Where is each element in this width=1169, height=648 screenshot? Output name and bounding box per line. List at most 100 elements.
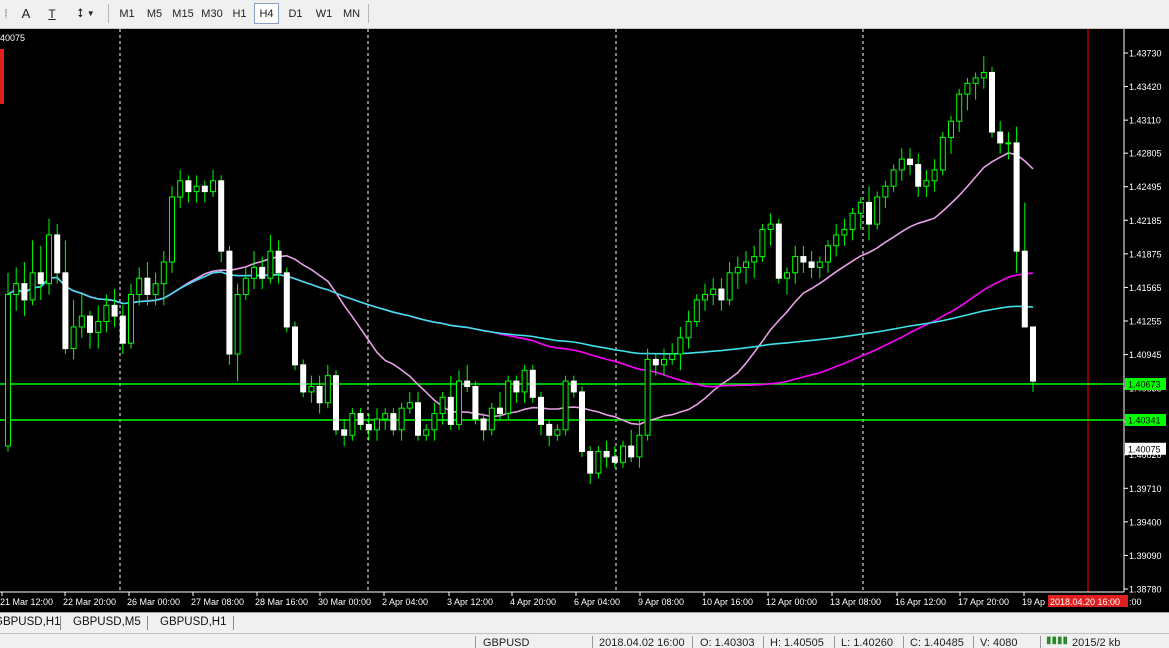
- candle-bull: [595, 450, 602, 474]
- candle-bear: [333, 375, 339, 431]
- price-tick-label: 1.38780: [1129, 585, 1162, 595]
- time-tick-label: 30 Mar 00:00: [318, 597, 371, 607]
- candle-bull: [620, 445, 626, 463]
- toolbar-divider: [108, 4, 109, 23]
- candle-bear: [415, 402, 421, 436]
- price-chart[interactable]: 1.43730 1.43420 1.43110 1.42805 1.42495 1.421…: [0, 29, 1169, 612]
- candle-bull: [874, 196, 881, 225]
- connection-icon[interactable]: ▮▮▮▮: [1046, 635, 1068, 646]
- status-low: L: 1.40260: [841, 637, 893, 648]
- level-price-label: 1.40341: [1128, 415, 1161, 425]
- candle-bull: [562, 380, 569, 431]
- timeframe-m5-button[interactable]: M5: [141, 3, 168, 24]
- candle-bull: [103, 304, 110, 323]
- candle-bull: [857, 201, 864, 214]
- arrows-tool-dropdown[interactable]: ⭥ ▼: [70, 3, 102, 24]
- timeframe-h4-button[interactable]: H4: [254, 3, 279, 24]
- price-tick-label: 1.42805: [1129, 149, 1162, 159]
- candle-bear: [718, 288, 725, 301]
- period-separators: [119, 29, 1089, 592]
- candle-bull: [685, 321, 692, 339]
- timeframe-h1-button[interactable]: H1: [227, 3, 252, 24]
- candle-bear: [800, 256, 807, 263]
- candle-bear: [111, 304, 118, 317]
- candle-bull: [849, 212, 856, 231]
- timeframe-w1-button[interactable]: W1: [311, 3, 337, 24]
- candle-bear: [480, 418, 487, 431]
- candle-bear: [1013, 142, 1020, 252]
- timeframe-d1-button[interactable]: D1: [283, 3, 308, 24]
- candle-bear: [587, 450, 594, 474]
- candle-bull: [710, 288, 717, 295]
- candle-bull: [406, 402, 413, 409]
- candle-bull: [324, 375, 331, 404]
- candle-bull: [898, 158, 905, 171]
- candle-bear: [390, 413, 397, 431]
- candle-bear: [497, 407, 503, 415]
- candle-bull: [267, 250, 274, 279]
- candle-bear: [87, 315, 93, 333]
- tab-divider: [147, 616, 148, 630]
- text-label-tool-button[interactable]: T: [41, 3, 63, 24]
- time-tick-label: 28 Mar 16:00: [255, 597, 308, 607]
- tab-gbpusd-h1[interactable]: GBPUSD,H1: [0, 616, 60, 628]
- price-tick-label: 1.39090: [1129, 551, 1162, 561]
- candle-bear: [341, 429, 348, 436]
- time-tick-label: 22 Mar 20:00: [63, 597, 116, 607]
- candle-bear: [579, 391, 585, 452]
- candle-bear: [464, 380, 471, 388]
- candle-bear: [259, 266, 266, 279]
- candle-bear: [316, 386, 323, 404]
- timeframe-mn-button[interactable]: MN: [338, 3, 365, 24]
- candle-bull: [554, 429, 561, 436]
- candle-bull: [923, 180, 930, 187]
- candle-bull: [890, 169, 897, 187]
- timeframe-m30-button[interactable]: M30: [198, 3, 226, 24]
- candle-bear: [907, 158, 913, 166]
- timeframe-m1-button[interactable]: M1: [114, 3, 140, 24]
- ma-slow-line: [7, 271, 1034, 355]
- ma-mid-line: [7, 271, 1034, 388]
- candle-bull: [734, 266, 741, 274]
- tab-gbpusd-h1-2[interactable]: GBPUSD,H1: [160, 616, 226, 628]
- candle-bull: [784, 272, 790, 279]
- status-divider: [592, 636, 593, 648]
- time-tick-label: 6 Apr 04:00: [574, 597, 620, 607]
- candle-bear: [365, 423, 372, 431]
- candle-bull: [46, 234, 52, 285]
- candle-bull: [169, 196, 175, 263]
- time-tick-label: 3 Apr 12:00: [447, 597, 493, 607]
- chart-canvas[interactable]: 1.43730 1.43420 1.43110 1.42805 1.42495 1.421…: [0, 29, 1169, 612]
- tab-gbpusd-m5[interactable]: GBPUSD,M5: [73, 616, 141, 628]
- candle-bear: [300, 364, 307, 393]
- candle-bull: [439, 396, 446, 415]
- time-tick-label: 21 Mar 12:00: [0, 597, 53, 607]
- candle-bull: [128, 293, 134, 344]
- time-tick-label: 9 Apr 08:00: [638, 597, 684, 607]
- candle-bull: [193, 185, 200, 193]
- status-bar: GBPUSD 2018.04.02 16:00 O: 1.40303 H: 1.…: [0, 633, 1169, 648]
- text-tool-button[interactable]: A: [16, 3, 36, 24]
- candle-bull: [833, 234, 840, 247]
- candle-bull: [816, 261, 823, 268]
- candle-bull: [349, 413, 356, 436]
- candle-bear: [37, 272, 44, 285]
- candle-bull: [931, 169, 938, 182]
- timeframe-m15-button[interactable]: M15: [169, 3, 197, 24]
- candle-bull: [505, 380, 512, 415]
- price-tick-label: 1.43110: [1129, 116, 1161, 126]
- candle-bear: [989, 71, 995, 133]
- status-traffic: 2015/2 kb: [1072, 637, 1121, 648]
- candle-bull: [882, 185, 889, 198]
- candle-bear: [652, 358, 659, 366]
- status-divider: [763, 636, 764, 648]
- current-price-label: 1.40075: [1128, 444, 1161, 454]
- candle-bull: [242, 277, 249, 295]
- candle-bull: [456, 380, 462, 425]
- period-separator-icon[interactable]: ⸽: [0, 3, 12, 24]
- candle-bull: [423, 429, 430, 436]
- current-time-label: 2018.04.20 16:00: [1050, 597, 1120, 607]
- candle-bull: [29, 272, 36, 301]
- horizontal-levels: [0, 383, 1124, 421]
- candle-bull: [382, 413, 389, 420]
